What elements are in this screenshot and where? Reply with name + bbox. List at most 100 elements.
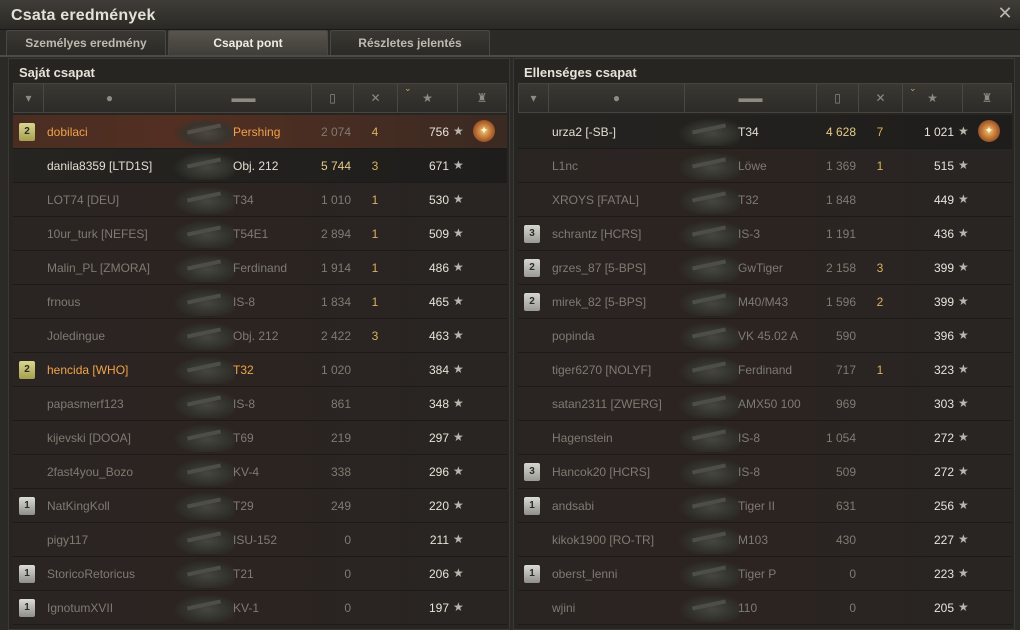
tank-icon[interactable]: ▬▬ <box>685 84 817 112</box>
star-icon: ★ <box>453 294 464 308</box>
player-row[interactable]: 2 mirek_82 [5-BPS] M40/M43 1 596 2 399 ★ <box>518 285 1012 319</box>
tank-name: ISU-152 <box>233 533 278 547</box>
player-row[interactable]: 3 Hancok20 [HCRS] IS-8 509 272 ★ <box>518 455 1012 489</box>
medal-icon[interactable]: ♜ <box>458 84 506 112</box>
player-name: L1nc <box>552 159 579 173</box>
damage-value: 0 <box>344 533 351 547</box>
star-icon: ★ <box>453 124 464 138</box>
tier-icon[interactable]: ▾ <box>519 84 549 112</box>
top-gun-medal-icon[interactable]: ✦ <box>473 120 495 142</box>
player-row[interactable]: Hagenstein IS-8 1 054 272 ★ <box>518 421 1012 455</box>
star-icon: ★ <box>958 158 969 172</box>
xp-star-icon[interactable]: ⌄ ★ <box>903 83 963 112</box>
player-name: LOT74 [DEU] <box>47 193 120 207</box>
player-icon[interactable]: ● <box>44 84 176 112</box>
player-name: oberst_lenni <box>552 567 618 581</box>
mastery-badge-icon: 1 <box>524 497 540 515</box>
star-icon: ★ <box>958 430 969 444</box>
tank-thumbnail <box>173 492 235 520</box>
player-row[interactable]: danila8359 [LTD1S] Obj. 212 5 744 3 671 ★ <box>13 149 507 183</box>
xp-value: 515 <box>933 159 954 173</box>
player-row[interactable]: 2fast4you_Bozo KV-4 338 296 ★ <box>13 455 507 489</box>
damage-value: 631 <box>835 499 856 513</box>
player-name: NatKingKoll <box>47 499 110 513</box>
own-team-rows: 2 dobilaci Pershing 2 074 4 756 ★ ✦ danila8359 [… <box>13 115 507 625</box>
damage-value: 1 369 <box>825 159 856 173</box>
mastery-badge-icon: 1 <box>19 599 35 617</box>
player-row[interactable]: L1nc Löwe 1 369 1 515 ★ <box>518 149 1012 183</box>
damage-icon[interactable]: ▯ <box>312 84 354 112</box>
player-row[interactable]: Joledingue Obj. 212 2 422 3 463 ★ <box>13 319 507 353</box>
tank-name: T32 <box>233 363 254 377</box>
xp-star-icon[interactable]: ⌄ ★ <box>398 83 458 112</box>
tab-personal[interactable]: Személyes eredmény <box>6 30 166 55</box>
mastery-badge-icon: 1 <box>19 497 35 515</box>
tab-detailed-report[interactable]: Részletes jelentés <box>330 30 490 55</box>
xp-value: 205 <box>933 601 954 615</box>
tank-icon[interactable]: ▬▬ <box>176 84 312 112</box>
tank-thumbnail <box>678 152 740 180</box>
player-row[interactable]: satan2311 [ZWERG] AMX50 100 969 303 ★ <box>518 387 1012 421</box>
player-row[interactable]: tiger6270 [NOLYF] Ferdinand 717 1 323 ★ <box>518 353 1012 387</box>
damage-value: 219 <box>330 431 351 445</box>
close-icon[interactable]: ✕ <box>996 4 1014 22</box>
xp-value: 465 <box>428 295 449 309</box>
player-row[interactable]: 2 grzes_87 [5-BPS] GwTiger 2 158 3 399 ★ <box>518 251 1012 285</box>
player-row[interactable]: popinda VK 45.02 A 590 396 ★ <box>518 319 1012 353</box>
top-gun-medal-icon[interactable]: ✦ <box>978 120 1000 142</box>
damage-value: 0 <box>849 601 856 615</box>
player-row[interactable]: kikok1900 [RO-TR] M103 430 227 ★ <box>518 523 1012 557</box>
player-row[interactable]: wjini 110 0 205 ★ <box>518 591 1012 625</box>
xp-value: 399 <box>933 295 954 309</box>
tank-name: Ferdinand <box>233 261 288 275</box>
player-row[interactable]: 3 schrantz [HCRS] IS-3 1 191 436 ★ <box>518 217 1012 251</box>
enemy-team-title: Ellenséges csapat <box>524 65 637 80</box>
tank-thumbnail <box>678 254 740 282</box>
tank-name: M40/M43 <box>738 295 789 309</box>
tank-name: Tiger II <box>738 499 775 513</box>
star-icon: ★ <box>453 396 464 410</box>
player-row[interactable]: 1 NatKingKoll T29 249 220 ★ <box>13 489 507 523</box>
kills-value: 4 <box>371 125 379 139</box>
damage-value: 1 191 <box>825 227 856 241</box>
player-row[interactable]: 2 hencida [WHO] T32 1 020 384 ★ <box>13 353 507 387</box>
star-icon: ★ <box>958 260 969 274</box>
star-icon: ★ <box>958 226 969 240</box>
player-row[interactable]: 10ur_turk [NEFES] T54E1 2 894 1 509 ★ <box>13 217 507 251</box>
player-row[interactable]: frnous IS-8 1 834 1 465 ★ <box>13 285 507 319</box>
player-row[interactable]: 1 StoricoRetoricus T21 0 206 ★ <box>13 557 507 591</box>
tank-name: Pershing <box>233 125 281 139</box>
player-row[interactable]: urza2 [-SB-] T34 4 628 7 1 021 ★ ✦ <box>518 115 1012 149</box>
xp-value: 297 <box>428 431 449 445</box>
damage-value: 430 <box>835 533 856 547</box>
kills-icon[interactable]: ✕ <box>354 84 398 112</box>
tab-team-score[interactable]: Csapat pont <box>168 30 328 55</box>
tank-name: AMX50 100 <box>738 397 801 411</box>
xp-value: 323 <box>933 363 954 377</box>
player-row[interactable]: LOT74 [DEU] T34 1 010 1 530 ★ <box>13 183 507 217</box>
star-icon: ★ <box>958 328 969 342</box>
damage-value: 1 054 <box>825 431 856 445</box>
damage-icon[interactable]: ▯ <box>817 84 859 112</box>
medal-icon[interactable]: ♜ <box>963 84 1011 112</box>
player-row[interactable]: 1 andsabi Tiger II 631 256 ★ <box>518 489 1012 523</box>
player-row[interactable]: 2 dobilaci Pershing 2 074 4 756 ★ ✦ <box>13 115 507 149</box>
player-icon[interactable]: ● <box>549 84 685 112</box>
star-icon: ★ <box>453 532 464 546</box>
player-row[interactable]: 1 IgnotumXVII KV-1 0 197 ★ <box>13 591 507 625</box>
kills-value: 2 <box>876 295 884 309</box>
xp-value: 227 <box>933 533 954 547</box>
player-row[interactable]: Malin_PL [ZMORA] Ferdinand 1 914 1 486 ★ <box>13 251 507 285</box>
player-row[interactable]: pigy117 ISU-152 0 211 ★ <box>13 523 507 557</box>
tier-icon[interactable]: ▾ <box>14 84 44 112</box>
player-row[interactable]: papasmerf123 IS-8 861 348 ★ <box>13 387 507 421</box>
xp-value: 296 <box>428 465 449 479</box>
player-name: 2fast4you_Bozo <box>47 465 134 479</box>
player-row[interactable]: kijevski [DOOA] T69 219 297 ★ <box>13 421 507 455</box>
star-icon: ★ <box>453 464 464 478</box>
tank-thumbnail <box>173 356 235 384</box>
mastery-badge-icon: 2 <box>524 259 540 277</box>
player-row[interactable]: 1 oberst_lenni Tiger P 0 223 ★ <box>518 557 1012 591</box>
kills-icon[interactable]: ✕ <box>859 84 903 112</box>
player-row[interactable]: XROYS [FATAL] T32 1 848 449 ★ <box>518 183 1012 217</box>
